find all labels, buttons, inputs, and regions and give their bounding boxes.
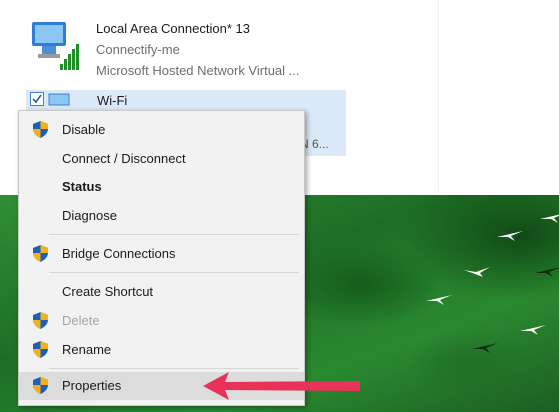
uac-shield-icon [33, 312, 48, 329]
menu-separator [49, 234, 299, 235]
adapter-device: Microsoft Hosted Network Virtual ... [96, 63, 300, 78]
signal-bars-icon [60, 44, 79, 70]
wifi-name: Wi-Fi [97, 93, 128, 108]
menu-item-label: Diagnose [62, 208, 117, 223]
menu-item-label: Delete [62, 313, 100, 328]
menu-item-delete: Delete [19, 307, 304, 335]
menu-separator [49, 272, 299, 273]
menu-item-status[interactable]: Status [19, 173, 304, 201]
wifi-checkbox-icon[interactable] [30, 92, 46, 106]
bird-icon [535, 267, 559, 277]
adapter-name: Local Area Connection* 13 [96, 21, 250, 36]
menu-item-label: Disable [62, 122, 106, 137]
menu-item-label: Properties [62, 378, 122, 393]
context-menu: Disable Connect / Disconnect Status Diag… [18, 110, 305, 406]
uac-shield-icon [33, 341, 48, 358]
bird-icon [426, 295, 452, 305]
menu-item-label: Create Shortcut [62, 284, 154, 299]
adapter-local-area-connection[interactable]: Local Area Connection* 13 Connectify-me … [96, 18, 300, 81]
bird-icon [540, 214, 559, 223]
uac-shield-icon [33, 121, 48, 138]
wifi-adapter-icon [48, 93, 70, 106]
pointer-arrow-icon [203, 372, 360, 400]
menu-item-label: Status [62, 179, 102, 194]
menu-item-bridge-connections[interactable]: Bridge Connections [19, 240, 304, 268]
menu-item-rename[interactable]: Rename [19, 336, 304, 364]
menu-item-label: Rename [62, 342, 112, 357]
menu-item-label: Connect / Disconnect [62, 151, 186, 166]
menu-item-disable[interactable]: Disable [19, 116, 304, 144]
uac-shield-icon [33, 377, 48, 394]
bird-icon [520, 325, 546, 335]
panel-divider [438, 0, 439, 195]
menu-item-create-shortcut[interactable]: Create Shortcut [19, 278, 304, 306]
uac-shield-icon [33, 245, 48, 262]
menu-item-label: Bridge Connections [62, 246, 176, 261]
menu-item-connect-disconnect[interactable]: Connect / Disconnect [19, 145, 304, 173]
bird-icon [497, 231, 523, 241]
bird-icon [472, 343, 498, 353]
adapter-network: Connectify-me [96, 42, 180, 57]
menu-item-diagnose[interactable]: Diagnose [19, 202, 304, 230]
bird-icon [464, 267, 490, 277]
